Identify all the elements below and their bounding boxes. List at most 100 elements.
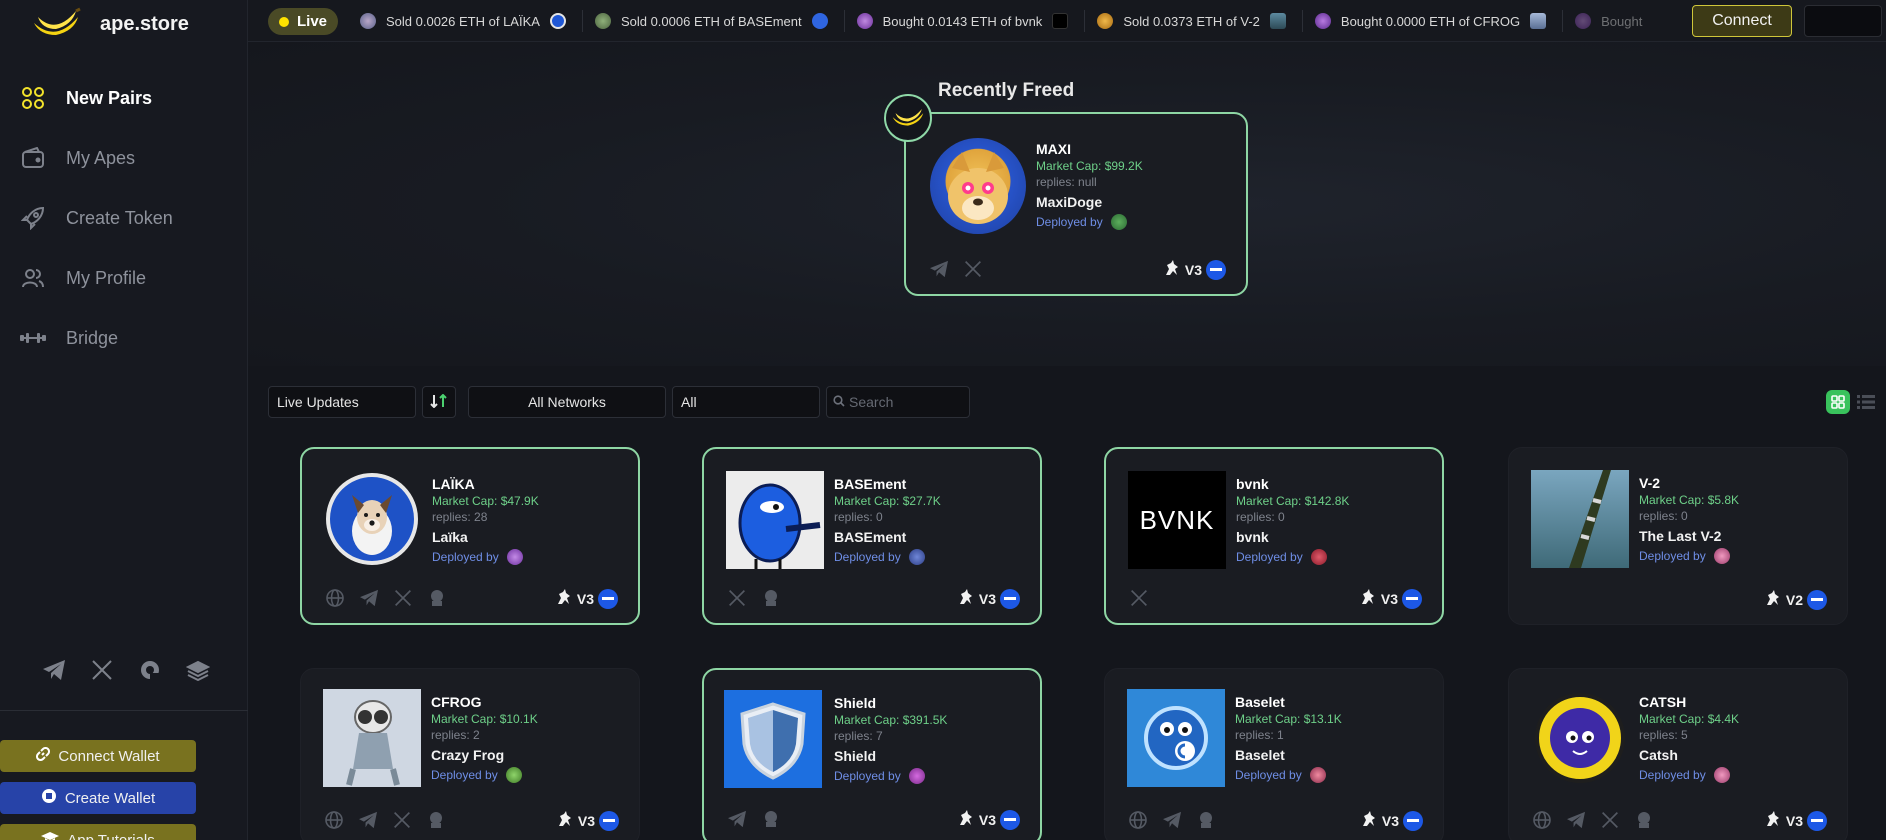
trader-avatar: [594, 13, 611, 29]
sidebar-social-links: [40, 656, 212, 684]
docs-icon[interactable]: [184, 656, 212, 684]
version-label: V3: [978, 811, 996, 828]
unicorn-icon: [1764, 589, 1782, 610]
x-icon[interactable]: [88, 656, 116, 684]
unicorn-icon: [1360, 810, 1378, 831]
sidebar-item-my-profile[interactable]: My Profile: [0, 248, 248, 308]
token-card[interactable]: CATSH Market Cap: $4.4K replies: 5 Catsh…: [1508, 668, 1848, 840]
etherscan-icon[interactable]: [760, 808, 782, 830]
app-tutorials-button[interactable]: App Tutorials: [0, 824, 196, 840]
ticker-item[interactable]: Bought 0.0000 ETH of CFROG: [1303, 10, 1564, 32]
connect-wallet-button[interactable]: Connect Wallet: [0, 740, 196, 772]
deployer[interactable]: Deployed by: [1036, 214, 1143, 230]
reply-count: replies: 1: [1235, 728, 1284, 742]
telegram-icon[interactable]: [1161, 809, 1183, 831]
telegram-icon[interactable]: [928, 258, 950, 280]
live-indicator[interactable]: Live: [268, 8, 338, 35]
network-select[interactable]: All Networks: [468, 386, 666, 418]
token-card[interactable]: LAÏKA Market Cap: $47.9K replies: 28 Laï…: [300, 447, 640, 625]
token-image: BVNK: [1128, 471, 1226, 569]
x-icon[interactable]: [962, 258, 984, 280]
banana-logo-icon: [34, 7, 81, 35]
etherscan-icon[interactable]: [426, 587, 448, 609]
unicorn-icon: [1359, 588, 1377, 609]
bridge-icon: [20, 325, 46, 351]
token-image: [724, 690, 822, 788]
etherscan-icon[interactable]: [760, 587, 782, 609]
connect-button[interactable]: Connect: [1692, 5, 1792, 37]
x-icon[interactable]: [1599, 809, 1621, 831]
record-icon: [41, 788, 57, 808]
deployer-avatar: [505, 767, 522, 783]
token-card[interactable]: BVNK bvnk Market Cap: $142.8K replies: 0…: [1104, 447, 1444, 625]
featured-token-card[interactable]: MAXI Market Cap: $99.2K replies: null Ma…: [904, 112, 1248, 296]
etherscan-icon[interactable]: [1633, 809, 1655, 831]
globe-icon[interactable]: [1531, 809, 1553, 831]
dex-version: V3: [1163, 259, 1226, 280]
ticker-item[interactable]: Sold 0.0373 ETH of V-2: [1085, 10, 1303, 32]
version-label: V2: [1785, 591, 1803, 608]
ticker-item[interactable]: Bought 0.0143 ETH of bvnk: [845, 10, 1086, 32]
chat-icon[interactable]: [136, 656, 164, 684]
telegram-icon[interactable]: [1565, 809, 1587, 831]
telegram-icon[interactable]: [357, 809, 379, 831]
ticker-item[interactable]: Bought: [1563, 10, 1658, 32]
token-card[interactable]: Baselet Market Cap: $13.1K replies: 1 Ba…: [1104, 668, 1444, 840]
token-icon: [811, 13, 828, 29]
token-card[interactable]: CFROG Market Cap: $10.1K replies: 2 Craz…: [300, 668, 640, 840]
token-card[interactable]: BASEment Market Cap: $27.7K replies: 0 B…: [702, 447, 1042, 625]
globe-icon[interactable]: [323, 809, 345, 831]
create-wallet-button[interactable]: Create Wallet: [0, 782, 196, 814]
sidebar-item-bridge[interactable]: Bridge: [0, 308, 248, 368]
telegram-icon[interactable]: [40, 656, 68, 684]
deployer[interactable]: Deployed by: [1639, 548, 1739, 564]
brand-name: ape.store: [100, 12, 189, 35]
sidebar-item-my-apes[interactable]: My Apes: [0, 128, 248, 188]
x-icon[interactable]: [391, 809, 413, 831]
ticker-text: Sold 0.0006 ETH of BASEment: [620, 13, 802, 29]
live-label: Live: [296, 13, 327, 30]
brand[interactable]: ape.store: [30, 6, 189, 42]
trader-avatar: [360, 13, 376, 29]
trade-ticker: Sold 0.0026 ETH of LAÏKA Sold 0.0006 ETH…: [348, 0, 1658, 42]
base-chain-icon: [598, 588, 618, 609]
etherscan-icon[interactable]: [1195, 809, 1217, 831]
token-image: [1127, 689, 1225, 787]
sort-direction-button[interactable]: [422, 386, 456, 418]
version-label: V3: [978, 590, 996, 607]
sidebar-divider: [0, 710, 248, 711]
section-title: Recently Freed: [938, 80, 1075, 101]
sidebar-item-create-token[interactable]: Create Token: [0, 188, 248, 248]
globe-icon[interactable]: [1127, 809, 1149, 831]
deployer[interactable]: Deployed by: [431, 767, 538, 783]
globe-icon[interactable]: [324, 587, 346, 609]
deployer[interactable]: Deployed by: [432, 549, 539, 565]
list-view-icon[interactable]: [1854, 390, 1878, 414]
telegram-icon[interactable]: [358, 587, 380, 609]
token-card[interactable]: V-2 Market Cap: $5.8K replies: 0 The Las…: [1508, 447, 1848, 625]
grid-view-icon[interactable]: [1826, 390, 1850, 414]
type-select[interactable]: All: [672, 386, 820, 418]
x-icon[interactable]: [726, 587, 748, 609]
sidebar-item-new-pairs[interactable]: New Pairs: [0, 68, 248, 128]
deployer[interactable]: Deployed by: [834, 549, 941, 565]
deployer[interactable]: Deployed by: [834, 768, 947, 784]
token-name: bvnk: [1236, 529, 1269, 545]
telegram-icon[interactable]: [726, 808, 748, 830]
sort-select[interactable]: Live Updates: [268, 386, 416, 418]
etherscan-icon[interactable]: [425, 809, 447, 831]
sidebar-item-label: Bridge: [66, 327, 119, 348]
ticker-item[interactable]: Sold 0.0006 ETH of BASEment: [583, 10, 845, 32]
x-icon[interactable]: [392, 587, 414, 609]
account-button[interactable]: [1804, 5, 1882, 37]
deployer[interactable]: Deployed by: [1639, 767, 1739, 783]
deployer[interactable]: Deployed by: [1236, 549, 1349, 565]
token-socials: [928, 258, 984, 280]
base-chain-icon: [1000, 588, 1020, 609]
deployer[interactable]: Deployed by: [1235, 767, 1342, 783]
token-card[interactable]: Shield Market Cap: $391.5K replies: 7 Sh…: [702, 668, 1042, 840]
token-ticker: BASEment: [834, 476, 907, 492]
search-box[interactable]: Search: [826, 386, 970, 418]
x-icon[interactable]: [1128, 587, 1150, 609]
ticker-item[interactable]: Sold 0.0026 ETH of LAÏKA: [348, 10, 583, 32]
